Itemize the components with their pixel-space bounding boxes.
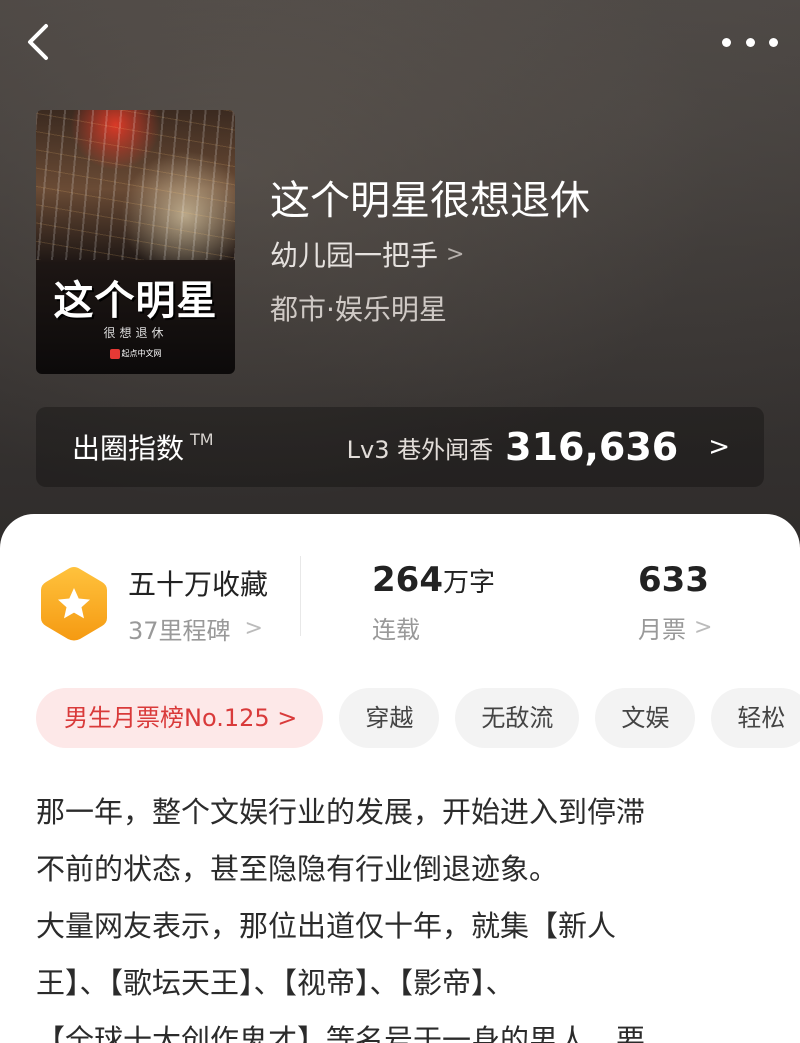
monthly-ticket-stat[interactable]: 633 月票 > bbox=[638, 560, 712, 645]
tag-chip[interactable]: 文娱 bbox=[595, 688, 696, 748]
chevron-right-icon: > bbox=[694, 615, 713, 640]
star-badge-icon bbox=[38, 564, 110, 644]
book-detail-card: 五十万收藏 37里程碑 > 264万字 连载 633 月票 > 男生月票榜No.… bbox=[0, 514, 800, 1043]
word-count-stat: 264万字 连载 bbox=[372, 560, 495, 645]
chevron-right-icon: > bbox=[708, 432, 730, 462]
serial-status: 连载 bbox=[372, 616, 420, 644]
chevron-left-icon bbox=[28, 24, 48, 60]
monthly-ticket-link: 月票 > bbox=[638, 610, 712, 645]
tag-list: 男生月票榜No.125 > 穿越 无敌流 文娱 轻松 bbox=[36, 688, 800, 750]
stats-divider bbox=[300, 556, 301, 636]
index-value-group: Lv3 巷外闻香 316,636 > bbox=[347, 425, 730, 469]
book-title: 这个明星很想退休 bbox=[270, 178, 590, 224]
index-label: 出圈指数 bbox=[72, 432, 185, 465]
tag-chip[interactable]: 穿越 bbox=[339, 688, 440, 748]
more-dots-icon[interactable] bbox=[722, 26, 778, 58]
tag-chip[interactable]: 无敌流 bbox=[455, 688, 580, 748]
milestone-link[interactable]: 37里程碑 > bbox=[128, 611, 268, 646]
milestone-label: 37里程碑 bbox=[128, 616, 231, 645]
monthly-ticket-label: 月票 bbox=[638, 616, 686, 644]
book-cover: 这个明星 很想退休 起点中文网 bbox=[36, 110, 235, 374]
cover-publisher: 起点中文网 bbox=[36, 348, 235, 359]
cover-art bbox=[36, 110, 235, 260]
chevron-right-icon: > bbox=[446, 241, 465, 267]
cover-publisher-label: 起点中文网 bbox=[121, 349, 162, 358]
index-score: 316,636 bbox=[505, 425, 679, 469]
rank-tag[interactable]: 男生月票榜No.125 > bbox=[36, 688, 324, 748]
publisher-logo-icon bbox=[109, 348, 120, 359]
index-level: Lv3 巷外闻香 bbox=[346, 435, 494, 464]
word-count-value: 264 bbox=[372, 560, 443, 600]
tag-chip[interactable]: 轻松 bbox=[711, 688, 800, 748]
word-count-unit: 万字 bbox=[442, 568, 495, 598]
cover-subtitle: 很想退休 bbox=[103, 326, 168, 340]
book-header: 这个明星 很想退休 起点中文网 这个明星很想退休 幼儿园一把手 > 都市·娱乐明… bbox=[0, 0, 800, 560]
collection-text: 五十万收藏 37里程碑 > bbox=[128, 563, 268, 646]
back-button[interactable] bbox=[22, 22, 62, 62]
trademark-mark: TM bbox=[190, 429, 214, 449]
collection-milestone[interactable]: 五十万收藏 37里程碑 > bbox=[38, 562, 298, 646]
chevron-right-icon: > bbox=[244, 615, 263, 641]
book-genre: 都市·娱乐明星 bbox=[270, 293, 447, 326]
collection-title: 五十万收藏 bbox=[128, 567, 269, 601]
book-synopsis[interactable]: 那一年，整个文娱行业的发展，开始进入到停滞 不前的状态，甚至隐隐有行业倒退迹象。… bbox=[36, 784, 766, 1043]
author-name: 幼儿园一把手 bbox=[270, 239, 439, 272]
popularity-index-bar[interactable]: 出圈指数 TM Lv3 巷外闻香 316,636 > bbox=[36, 407, 764, 487]
cover-title: 这个明星 bbox=[53, 278, 218, 324]
author-link[interactable]: 幼儿园一把手 > bbox=[270, 234, 464, 274]
monthly-ticket-value: 633 bbox=[638, 560, 709, 600]
